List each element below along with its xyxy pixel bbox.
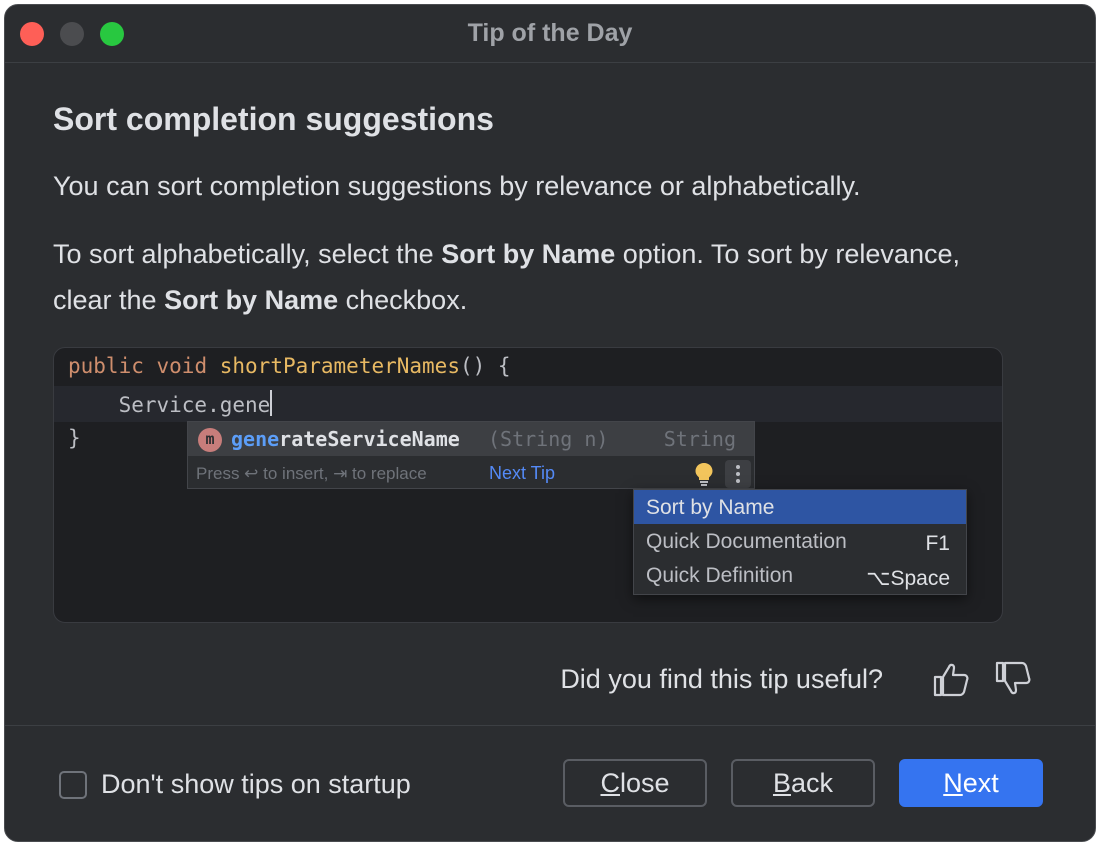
- text-caret: [270, 390, 273, 416]
- checkbox-box[interactable]: [59, 770, 87, 799]
- next-tip-link[interactable]: Next Tip: [489, 463, 555, 484]
- code-function-name: shortParameterNames: [219, 354, 460, 378]
- thumbs-down-icon[interactable]: [993, 659, 1033, 699]
- completion-params: (String n): [488, 427, 609, 451]
- code-text: Service.gene: [118, 393, 271, 417]
- window-title: Tip of the Day: [467, 19, 633, 47]
- more-options-icon[interactable]: [725, 460, 751, 488]
- dont-show-tips-checkbox[interactable]: Don't show tips on startup: [59, 769, 411, 800]
- menu-item-shortcut: ⌥Space: [866, 567, 950, 590]
- tip-paragraph-2: To sort alphabetically, select the Sort …: [53, 231, 1013, 323]
- completion-item[interactable]: m generateServiceName (String n) String: [188, 422, 754, 456]
- button-label: ext: [962, 768, 999, 798]
- tip-text: checkbox.: [338, 285, 468, 315]
- completion-popup: m generateServiceName (String n) String …: [187, 421, 755, 489]
- mnemonic-letter: N: [943, 768, 963, 798]
- completion-rest: rateServiceName: [279, 427, 460, 451]
- button-label: lose: [619, 768, 670, 798]
- mnemonic-letter: B: [772, 768, 791, 798]
- menu-item-label: Quick Documentation: [646, 530, 847, 553]
- code-punctuation: () {: [459, 354, 511, 378]
- title-bar: Tip of the Day: [5, 5, 1095, 63]
- tip-of-the-day-dialog: Tip of the Day Sort completion suggestio…: [4, 4, 1096, 842]
- feedback-question: Did you find this tip useful?: [560, 663, 883, 694]
- options-menu: Sort by Name Quick Documentation F1 Quic…: [633, 489, 967, 595]
- menu-item-label: Sort by Name: [646, 496, 775, 519]
- checkbox-label: Don't show tips on startup: [101, 769, 411, 799]
- code-line-3: }: [68, 426, 81, 450]
- completion-hint: Press ↩ to insert, ⇥ to replace: [196, 464, 427, 483]
- completion-return-type: String: [663, 427, 736, 451]
- feedback-row: Did you find this tip useful?: [560, 659, 1033, 699]
- tip-text: To sort alphabetically, select the: [53, 239, 442, 269]
- next-button[interactable]: Next: [899, 759, 1043, 807]
- menu-item-quick-definition[interactable]: Quick Definition ⌥Space: [634, 558, 966, 592]
- footer-divider: [5, 725, 1095, 726]
- code-line-1: public void shortParameterNames() {: [68, 354, 511, 378]
- lightbulb-icon[interactable]: [694, 462, 714, 486]
- code-line-2: Service.gene: [68, 390, 273, 417]
- tip-paragraph-1: You can sort completion suggestions by r…: [53, 171, 861, 201]
- thumbs-up-icon[interactable]: [931, 659, 971, 699]
- tip-heading: Sort completion suggestions: [53, 101, 494, 137]
- menu-item-shortcut: F1: [925, 532, 950, 555]
- code-keyword: void: [156, 354, 208, 378]
- menu-item-sort-by-name[interactable]: Sort by Name: [634, 490, 966, 524]
- completion-name: generateServiceName: [231, 427, 460, 451]
- mnemonic-letter: C: [600, 768, 620, 798]
- button-label: ack: [790, 768, 834, 798]
- code-keyword: public: [68, 354, 144, 378]
- menu-item-label: Quick Definition: [646, 564, 794, 587]
- completion-footer: Press ↩ to insert, ⇥ to replace Next Tip: [188, 458, 754, 490]
- menu-item-quick-documentation[interactable]: Quick Documentation F1: [634, 524, 966, 558]
- method-icon: m: [198, 428, 222, 452]
- completion-match: gene: [231, 427, 280, 451]
- tip-bold-text: Sort by Name: [164, 285, 339, 315]
- close-button[interactable]: Close: [563, 759, 707, 807]
- back-button[interactable]: Back: [731, 759, 875, 807]
- tip-bold-text: Sort by Name: [441, 239, 616, 269]
